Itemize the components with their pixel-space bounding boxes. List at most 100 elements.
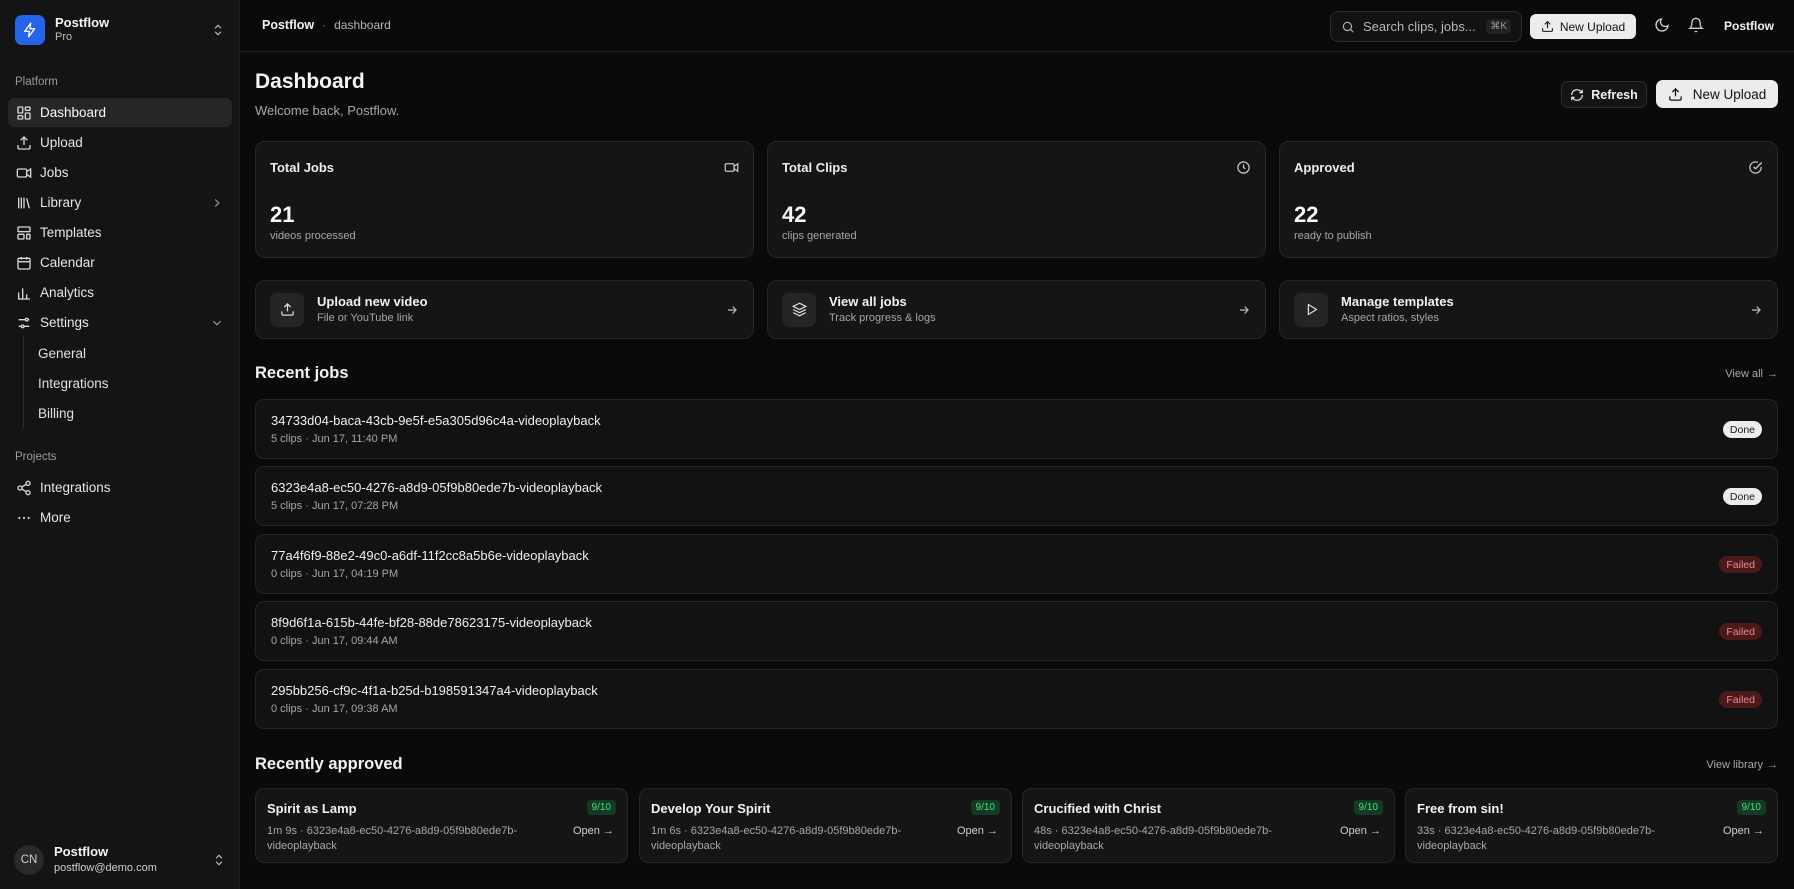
sidebar-item-label: Calendar: [40, 255, 95, 270]
job-row[interactable]: 8f9d6f1a-615b-44fe-bf28-88de78623175-vid…: [255, 601, 1778, 661]
upload-icon: [1541, 20, 1554, 33]
search-input[interactable]: Search clips, jobs... ⌘K: [1330, 11, 1522, 42]
open-link[interactable]: Open →: [1340, 824, 1381, 839]
job-name: 8f9d6f1a-615b-44fe-bf28-88de78623175-vid…: [271, 615, 592, 630]
arrow-right-icon: [1237, 303, 1251, 317]
stat-value: 22: [1294, 202, 1319, 227]
new-upload-button[interactable]: New Upload: [1656, 80, 1778, 108]
upload-icon: [16, 135, 32, 151]
status-badge: Failed: [1719, 556, 1762, 573]
stat-card-total-jobs: Total Jobs 21 videos processed: [255, 141, 754, 258]
chevron-right-icon: [210, 196, 224, 210]
job-name: 295bb256-cf9c-4f1a-b25d-b198591347a4-vid…: [271, 683, 598, 698]
sidebar: Postflow Pro Platform Dashboard Upload J…: [0, 0, 240, 889]
avatar: CN: [14, 845, 44, 875]
dashboard-icon: [16, 105, 32, 121]
recently-approved-title: Recently approved: [255, 755, 403, 773]
chevrons-up-down-icon: [211, 23, 225, 37]
sidebar-item-templates[interactable]: Templates: [8, 218, 232, 247]
breadcrumb-separator: ·: [322, 18, 327, 32]
sidebar-item-label: Settings: [40, 315, 89, 330]
play-icon: [1294, 292, 1328, 327]
sidebar-item-more[interactable]: More: [8, 503, 232, 532]
sidebar-item-upload[interactable]: Upload: [8, 128, 232, 157]
sidebar-item-integrations[interactable]: Integrations: [8, 473, 232, 502]
bell-icon[interactable]: [1688, 17, 1704, 33]
action-upload-new-video[interactable]: Upload new video File or YouTube link: [255, 280, 754, 339]
score-badge: 9/10: [1736, 800, 1766, 815]
job-name: 77a4f6f9-88e2-49c0-a6df-11f2cc8a5b6e-vid…: [271, 548, 589, 563]
library-icon: [16, 195, 32, 211]
action-view-all-jobs[interactable]: View all jobs Track progress & logs: [767, 280, 1266, 339]
arrow-right-icon: [1749, 303, 1763, 317]
stat-title: Total Jobs: [270, 160, 335, 175]
sidebar-item-jobs[interactable]: Jobs: [8, 158, 232, 187]
workspace-switcher[interactable]: Postflow Pro: [8, 8, 232, 52]
job-meta: 0 clips · Jun 17, 04:19 PM: [271, 568, 399, 580]
workspace-plan: Pro: [55, 31, 73, 44]
score-badge: 9/10: [586, 800, 616, 815]
breadcrumb-current: dashboard: [334, 18, 391, 32]
clip-meta: 48s · 6323e4a8-ec50-4276-a8d9-05f9b80ede…: [1034, 825, 1272, 853]
job-row[interactable]: 77a4f6f9-88e2-49c0-a6df-11f2cc8a5b6e-vid…: [255, 534, 1778, 594]
upload-icon: [1668, 87, 1683, 102]
status-badge: Failed: [1719, 623, 1762, 640]
sidebar-item-analytics[interactable]: Analytics: [8, 278, 232, 307]
sidebar-subitem-general[interactable]: General: [30, 339, 226, 367]
job-name: 34733d04-baca-43cb-9e5f-e5a305d96c4a-vid…: [271, 413, 601, 428]
approved-clip-card[interactable]: Free from sin! 9/10 33s · 6323e4a8-ec50-…: [1405, 788, 1778, 863]
job-row[interactable]: 6323e4a8-ec50-4276-a8d9-05f9b80ede7b-vid…: [255, 466, 1778, 526]
video-icon: [16, 165, 32, 181]
sidebar-item-label: Analytics: [40, 285, 95, 300]
score-badge: 9/10: [970, 800, 1000, 815]
clip-meta: 1m 6s · 6323e4a8-ec50-4276-a8d9-05f9b80e…: [651, 825, 902, 853]
moon-icon[interactable]: [1654, 17, 1670, 33]
settings-icon: [16, 315, 32, 331]
arrow-right-icon: →: [1767, 759, 1778, 771]
topbar-new-upload-button[interactable]: New Upload: [1530, 14, 1636, 39]
breadcrumb-root[interactable]: Postflow: [262, 18, 314, 32]
stat-card-approved: Approved 22 ready to publish: [1279, 141, 1778, 258]
sidebar-item-library[interactable]: Library: [8, 188, 232, 217]
stat-description: videos processed: [270, 230, 356, 242]
page-title: Dashboard: [255, 70, 365, 93]
topbar: Postflow · dashboard Search clips, jobs.…: [240, 0, 1794, 52]
view-library-link[interactable]: View library →: [1706, 759, 1778, 771]
clip-title: Free from sin!: [1417, 801, 1504, 816]
search-placeholder: Search clips, jobs...: [1363, 19, 1476, 34]
approved-clip-card[interactable]: Crucified with Christ 9/10 48s · 6323e4a…: [1022, 788, 1395, 863]
layers-icon: [782, 292, 816, 327]
open-link[interactable]: Open →: [957, 824, 998, 839]
sidebar-item-label: Jobs: [40, 165, 69, 180]
clip-meta: 1m 9s · 6323e4a8-ec50-4276-a8d9-05f9b80e…: [267, 825, 518, 853]
stat-description: clips generated: [782, 230, 857, 242]
clip-title: Spirit as Lamp: [267, 801, 357, 816]
score-badge: 9/10: [1353, 800, 1383, 815]
view-library-label: View library: [1706, 759, 1763, 771]
job-row[interactable]: 295bb256-cf9c-4f1a-b25d-b198591347a4-vid…: [255, 669, 1778, 729]
stat-title: Approved: [1294, 160, 1355, 175]
job-row[interactable]: 34733d04-baca-43cb-9e5f-e5a305d96c4a-vid…: [255, 399, 1778, 459]
sidebar-subitem-integrations[interactable]: Integrations: [30, 369, 226, 397]
open-link[interactable]: Open →: [573, 824, 614, 839]
sidebar-item-dashboard[interactable]: Dashboard: [8, 98, 232, 127]
sidebar-subitem-billing[interactable]: Billing: [30, 399, 226, 427]
topbar-user-label[interactable]: Postflow: [1724, 19, 1774, 33]
user-menu[interactable]: CN Postflow postflow@demo.com: [8, 838, 232, 882]
sidebar-item-label: Integrations: [40, 480, 111, 495]
job-name: 6323e4a8-ec50-4276-a8d9-05f9b80ede7b-vid…: [271, 480, 603, 495]
approved-clip-card[interactable]: Spirit as Lamp 9/10 1m 9s · 6323e4a8-ec5…: [255, 788, 628, 863]
stat-value: 42: [782, 202, 807, 227]
action-manage-templates[interactable]: Manage templates Aspect ratios, styles: [1279, 280, 1778, 339]
open-link[interactable]: Open →: [1723, 824, 1764, 839]
sidebar-item-settings[interactable]: Settings: [8, 308, 232, 337]
refresh-button[interactable]: Refresh: [1561, 81, 1647, 108]
new-upload-label: New Upload: [1692, 86, 1767, 102]
calendar-icon: [16, 255, 32, 271]
approved-clip-card[interactable]: Develop Your Spirit 9/10 1m 6s · 6323e4a…: [639, 788, 1012, 863]
action-title: Manage templates: [1341, 294, 1454, 310]
view-all-jobs-link[interactable]: View all →: [1725, 368, 1778, 380]
clock-icon: [1236, 160, 1251, 175]
sidebar-item-calendar[interactable]: Calendar: [8, 248, 232, 277]
video-icon: [724, 160, 739, 175]
